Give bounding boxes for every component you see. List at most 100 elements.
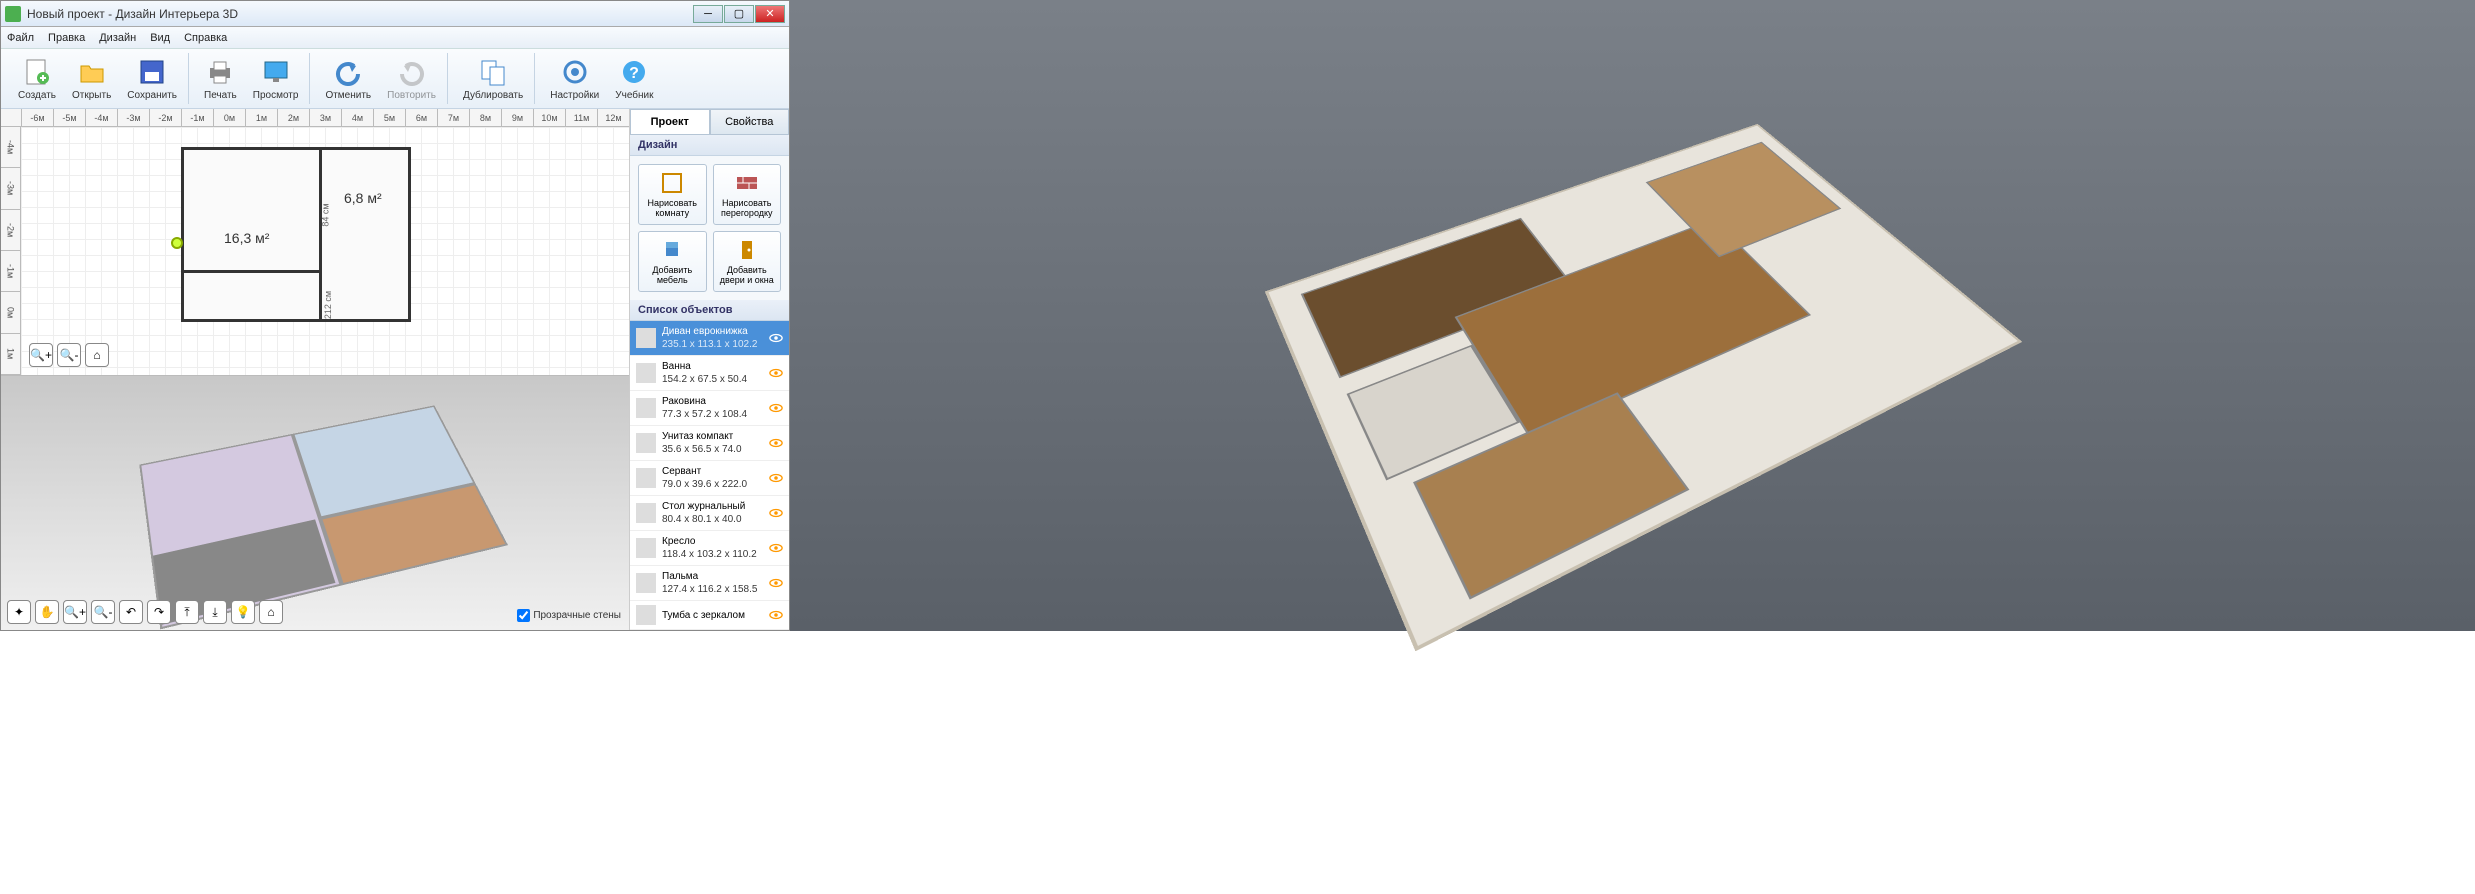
redo-button[interactable]: Повторить xyxy=(380,53,443,104)
camera-marker-icon[interactable] xyxy=(171,237,183,249)
ruler-mark: -6м xyxy=(21,109,53,126)
transparent-walls-input[interactable] xyxy=(517,609,530,622)
tilt-up-button[interactable]: ⤒ xyxy=(175,600,199,624)
duplicate-button[interactable]: Дублировать xyxy=(456,53,530,104)
print-button[interactable]: Печать xyxy=(197,53,244,104)
ruler-vertical: -4м-3м-2м-1м0м1м xyxy=(1,127,21,375)
ruler-mark: -1м xyxy=(1,251,20,292)
ruler-mark: 10м xyxy=(533,109,565,126)
rotate-right-button[interactable]: ↷ xyxy=(147,600,171,624)
draw-room-button[interactable]: Нарисовать комнату xyxy=(638,164,707,225)
close-button[interactable]: ✕ xyxy=(755,5,785,23)
visibility-eye-icon[interactable] xyxy=(769,506,783,520)
create-button[interactable]: Создать xyxy=(11,53,63,104)
ruler-mark: 12м xyxy=(597,109,629,126)
chair-icon xyxy=(660,238,684,262)
wall-icon xyxy=(735,171,759,195)
object-thumb-icon xyxy=(636,328,656,348)
draw-wall-button[interactable]: Нарисовать перегородку xyxy=(713,164,782,225)
home-view-button[interactable]: ⌂ xyxy=(85,343,109,367)
home-3d-button[interactable]: ⌂ xyxy=(259,600,283,624)
3d-model xyxy=(139,405,508,629)
visibility-eye-icon[interactable] xyxy=(769,436,783,450)
main-area: -6м-5м-4м-3м-2м-1м0м1м2м3м4м5м6м7м8м9м10… xyxy=(1,109,789,630)
object-list-item[interactable]: Унитаз компакт35.6 x 56.5 x 74.0 xyxy=(630,426,789,461)
visibility-eye-icon[interactable] xyxy=(769,331,783,345)
visibility-eye-icon[interactable] xyxy=(769,541,783,555)
settings-button[interactable]: Настройки xyxy=(543,53,606,104)
add-furniture-button[interactable]: Добавить мебель xyxy=(638,231,707,292)
ruler-mark: 6м xyxy=(405,109,437,126)
object-name: Раковина xyxy=(662,395,763,408)
ruler-mark: 8м xyxy=(469,109,501,126)
app-window: Новый проект - Дизайн Интерьера 3D ─ ▢ ✕… xyxy=(0,0,790,631)
3d-preview[interactable]: ✦ ✋ 🔍+ 🔍- ↶ ↷ ⤒ ⤓ 💡 ⌂ Прозрачные стены xyxy=(1,375,629,630)
menu-design[interactable]: Дизайн xyxy=(99,32,136,44)
zoom-in-3d-button[interactable]: 🔍+ xyxy=(63,600,87,624)
object-list-item[interactable]: Диван еврокнижка235.1 x 113.1 x 102.2 xyxy=(630,321,789,356)
menu-help[interactable]: Справка xyxy=(184,32,227,44)
ruler-mark: 0м xyxy=(213,109,245,126)
tab-properties[interactable]: Свойства xyxy=(710,109,790,134)
tab-project[interactable]: Проект xyxy=(630,109,710,134)
object-list-item[interactable]: Сервант79.0 x 39.6 x 222.0 xyxy=(630,461,789,496)
ruler-mark: 0м xyxy=(1,292,20,333)
object-thumb-icon xyxy=(636,503,656,523)
ruler-mark: -2м xyxy=(1,210,20,251)
printer-icon xyxy=(204,56,236,88)
visibility-eye-icon[interactable] xyxy=(769,608,783,622)
object-thumb-icon xyxy=(636,605,656,625)
object-dimensions: 80.4 x 80.1 x 40.0 xyxy=(662,513,763,526)
room-outline[interactable]: 16,3 м² 6,8 м² 84 см 212 см xyxy=(181,147,411,322)
object-thumb-icon xyxy=(636,538,656,558)
light-button[interactable]: 💡 xyxy=(231,600,255,624)
render-button[interactable]: ✦ xyxy=(7,600,31,624)
duplicate-icon xyxy=(477,56,509,88)
object-list-item[interactable]: Тумба с зеркалом xyxy=(630,601,789,630)
save-button[interactable]: Сохранить xyxy=(120,53,184,104)
maximize-button[interactable]: ▢ xyxy=(724,5,754,23)
minimize-button[interactable]: ─ xyxy=(693,5,723,23)
object-list-item[interactable]: Кресло118.4 x 103.2 x 110.2 xyxy=(630,531,789,566)
visibility-eye-icon[interactable] xyxy=(769,401,783,415)
visibility-eye-icon[interactable] xyxy=(769,576,783,590)
undo-button[interactable]: Отменить xyxy=(318,53,378,104)
visibility-eye-icon[interactable] xyxy=(769,366,783,380)
add-door-button[interactable]: Добавить двери и окна xyxy=(713,231,782,292)
interior-wall-2[interactable] xyxy=(184,270,319,273)
transparent-walls-checkbox[interactable]: Прозрачные стены xyxy=(517,609,621,622)
pan-button[interactable]: ✋ xyxy=(35,600,59,624)
visibility-eye-icon[interactable] xyxy=(769,471,783,485)
menubar: Файл Правка Дизайн Вид Справка xyxy=(1,27,789,49)
menu-view[interactable]: Вид xyxy=(150,32,170,44)
ruler-mark: -4м xyxy=(1,127,20,168)
dimension-label-2: 212 см xyxy=(323,291,333,319)
object-list-item[interactable]: Раковина77.3 x 57.2 x 108.4 xyxy=(630,391,789,426)
object-list-item[interactable]: Пальма127.4 x 116.2 x 158.5 xyxy=(630,566,789,601)
ruler-mark: -2м xyxy=(149,109,181,126)
floorplan-canvas[interactable]: 16,3 м² 6,8 м² 84 см 212 см 🔍+ 🔍- ⌂ xyxy=(21,127,629,375)
object-list-item[interactable]: Стол журнальный80.4 x 80.1 x 40.0 xyxy=(630,496,789,531)
svg-text:?: ? xyxy=(629,65,639,82)
tutorial-button[interactable]: ?Учебник xyxy=(608,53,660,104)
object-dimensions: 154.2 x 67.5 x 50.4 xyxy=(662,373,763,386)
menu-edit[interactable]: Правка xyxy=(48,32,85,44)
object-list[interactable]: Диван еврокнижка235.1 x 113.1 x 102.2Ван… xyxy=(630,321,789,630)
rotate-left-button[interactable]: ↶ xyxy=(119,600,143,624)
preview-button[interactable]: Просмотр xyxy=(246,53,306,104)
new-file-icon xyxy=(21,56,53,88)
save-icon xyxy=(136,56,168,88)
ruler-horizontal: -6м-5м-4м-3м-2м-1м0м1м2м3м4м5м6м7м8м9м10… xyxy=(1,109,629,127)
object-thumb-icon xyxy=(636,433,656,453)
zoom-out-3d-button[interactable]: 🔍- xyxy=(91,600,115,624)
object-name: Пальма xyxy=(662,570,763,583)
tilt-down-button[interactable]: ⤓ xyxy=(203,600,227,624)
zoom-out-button[interactable]: 🔍- xyxy=(57,343,81,367)
menu-file[interactable]: Файл xyxy=(7,32,34,44)
zoom-in-button[interactable]: 🔍+ xyxy=(29,343,53,367)
interior-wall[interactable] xyxy=(319,150,322,319)
open-button[interactable]: Открыть xyxy=(65,53,118,104)
object-dimensions: 35.6 x 56.5 x 74.0 xyxy=(662,443,763,456)
3d-render-image xyxy=(790,0,2475,631)
object-list-item[interactable]: Ванна154.2 x 67.5 x 50.4 xyxy=(630,356,789,391)
